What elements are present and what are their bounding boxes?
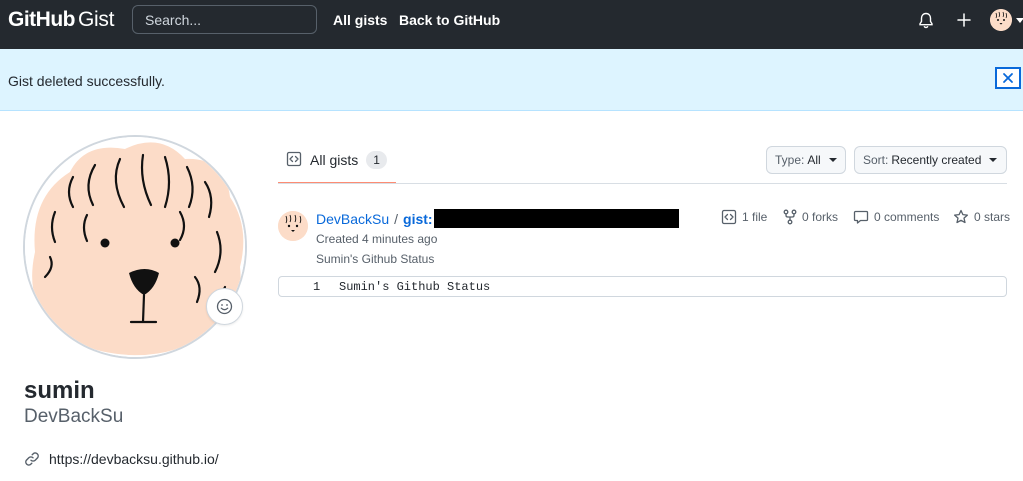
gist-files-count: 1 file — [742, 210, 768, 224]
tab-all-gists-label: All gists — [310, 152, 359, 168]
logo-github-text: GitHub — [8, 8, 75, 31]
type-filter-select[interactable]: Type: All — [766, 146, 846, 174]
gist-name-link[interactable]: gist: — [403, 211, 433, 227]
tabs-divider — [278, 183, 1007, 184]
gist-file-preview[interactable]: 1 Sumin's Github Status — [278, 276, 1007, 297]
set-status-button[interactable] — [206, 288, 243, 325]
gist-name-prefix: gist: — [403, 210, 433, 227]
profile-name: sumin — [24, 377, 95, 404]
plus-icon[interactable] — [954, 10, 974, 30]
gist-logo[interactable]: GitHub Gist — [8, 8, 114, 32]
star-icon — [953, 209, 969, 224]
sort-value: Recently created — [891, 153, 982, 167]
search-input[interactable] — [132, 5, 317, 34]
profile-website: https://devbacksu.github.io/ — [24, 451, 219, 467]
sort-select[interactable]: Sort: Recently created — [854, 146, 1007, 174]
gist-owner-link[interactable]: DevBackSu — [316, 211, 389, 227]
nav-back-to-github-link[interactable]: Back to GitHub — [399, 12, 500, 28]
link-icon — [25, 452, 39, 466]
gist-comments-link[interactable]: 0 comments — [853, 209, 939, 225]
profile-website-link[interactable]: https://devbacksu.github.io/ — [49, 451, 219, 467]
redacted-gist-id — [433, 209, 679, 228]
flash-message: Gist deleted successfully. — [8, 73, 165, 89]
preview-line-text: Sumin's Github Status — [339, 280, 491, 294]
gist-description: Sumin's Github Status — [316, 252, 435, 266]
tab-all-gists-count: 1 — [366, 151, 387, 169]
nav-all-gists-link[interactable]: All gists — [333, 12, 387, 28]
profile-login: DevBackSu — [24, 406, 124, 427]
code-square-icon — [286, 151, 302, 167]
gist-stars-count: 0 stars — [974, 210, 1011, 224]
gist-stars-link[interactable]: 0 stars — [953, 209, 1010, 225]
user-avatar-menu[interactable] — [990, 9, 1012, 31]
type-filter-prefix: Type: — [775, 153, 805, 167]
sort-prefix: Sort: — [863, 153, 889, 167]
flash-close-button[interactable] — [995, 67, 1021, 89]
tab-all-gists[interactable]: All gists 1 — [278, 143, 396, 184]
profile-avatar — [23, 135, 247, 359]
flash-notice: Gist deleted successfully. — [0, 49, 1023, 111]
comment-icon — [853, 210, 869, 224]
gist-owner-avatar[interactable] — [278, 211, 308, 241]
gist-title-separator: / — [394, 210, 399, 227]
gist-forks-link[interactable]: 0 forks — [783, 209, 838, 225]
close-icon — [1003, 73, 1013, 83]
gist-forks-count: 0 forks — [802, 210, 839, 224]
gist-files-link[interactable]: 1 file — [721, 209, 767, 225]
app-header: GitHub Gist All gists Back to GitHub — [0, 0, 1023, 49]
user-menu-caret-icon[interactable] — [1016, 18, 1023, 23]
preview-line-number: 1 — [313, 280, 321, 294]
chevron-down-icon — [989, 158, 998, 162]
gist-title: DevBackSu / gist: — [316, 209, 679, 228]
smiley-icon — [216, 298, 233, 315]
repo-forked-icon — [783, 209, 797, 225]
code-square-icon — [721, 209, 737, 225]
logo-gist-text: Gist — [77, 8, 115, 31]
gist-comments-count: 0 comments — [874, 210, 940, 224]
gist-created-time: Created 4 minutes ago — [316, 232, 438, 246]
chevron-down-icon — [828, 158, 837, 162]
bell-icon[interactable] — [916, 10, 936, 30]
type-filter-value: All — [807, 153, 821, 167]
